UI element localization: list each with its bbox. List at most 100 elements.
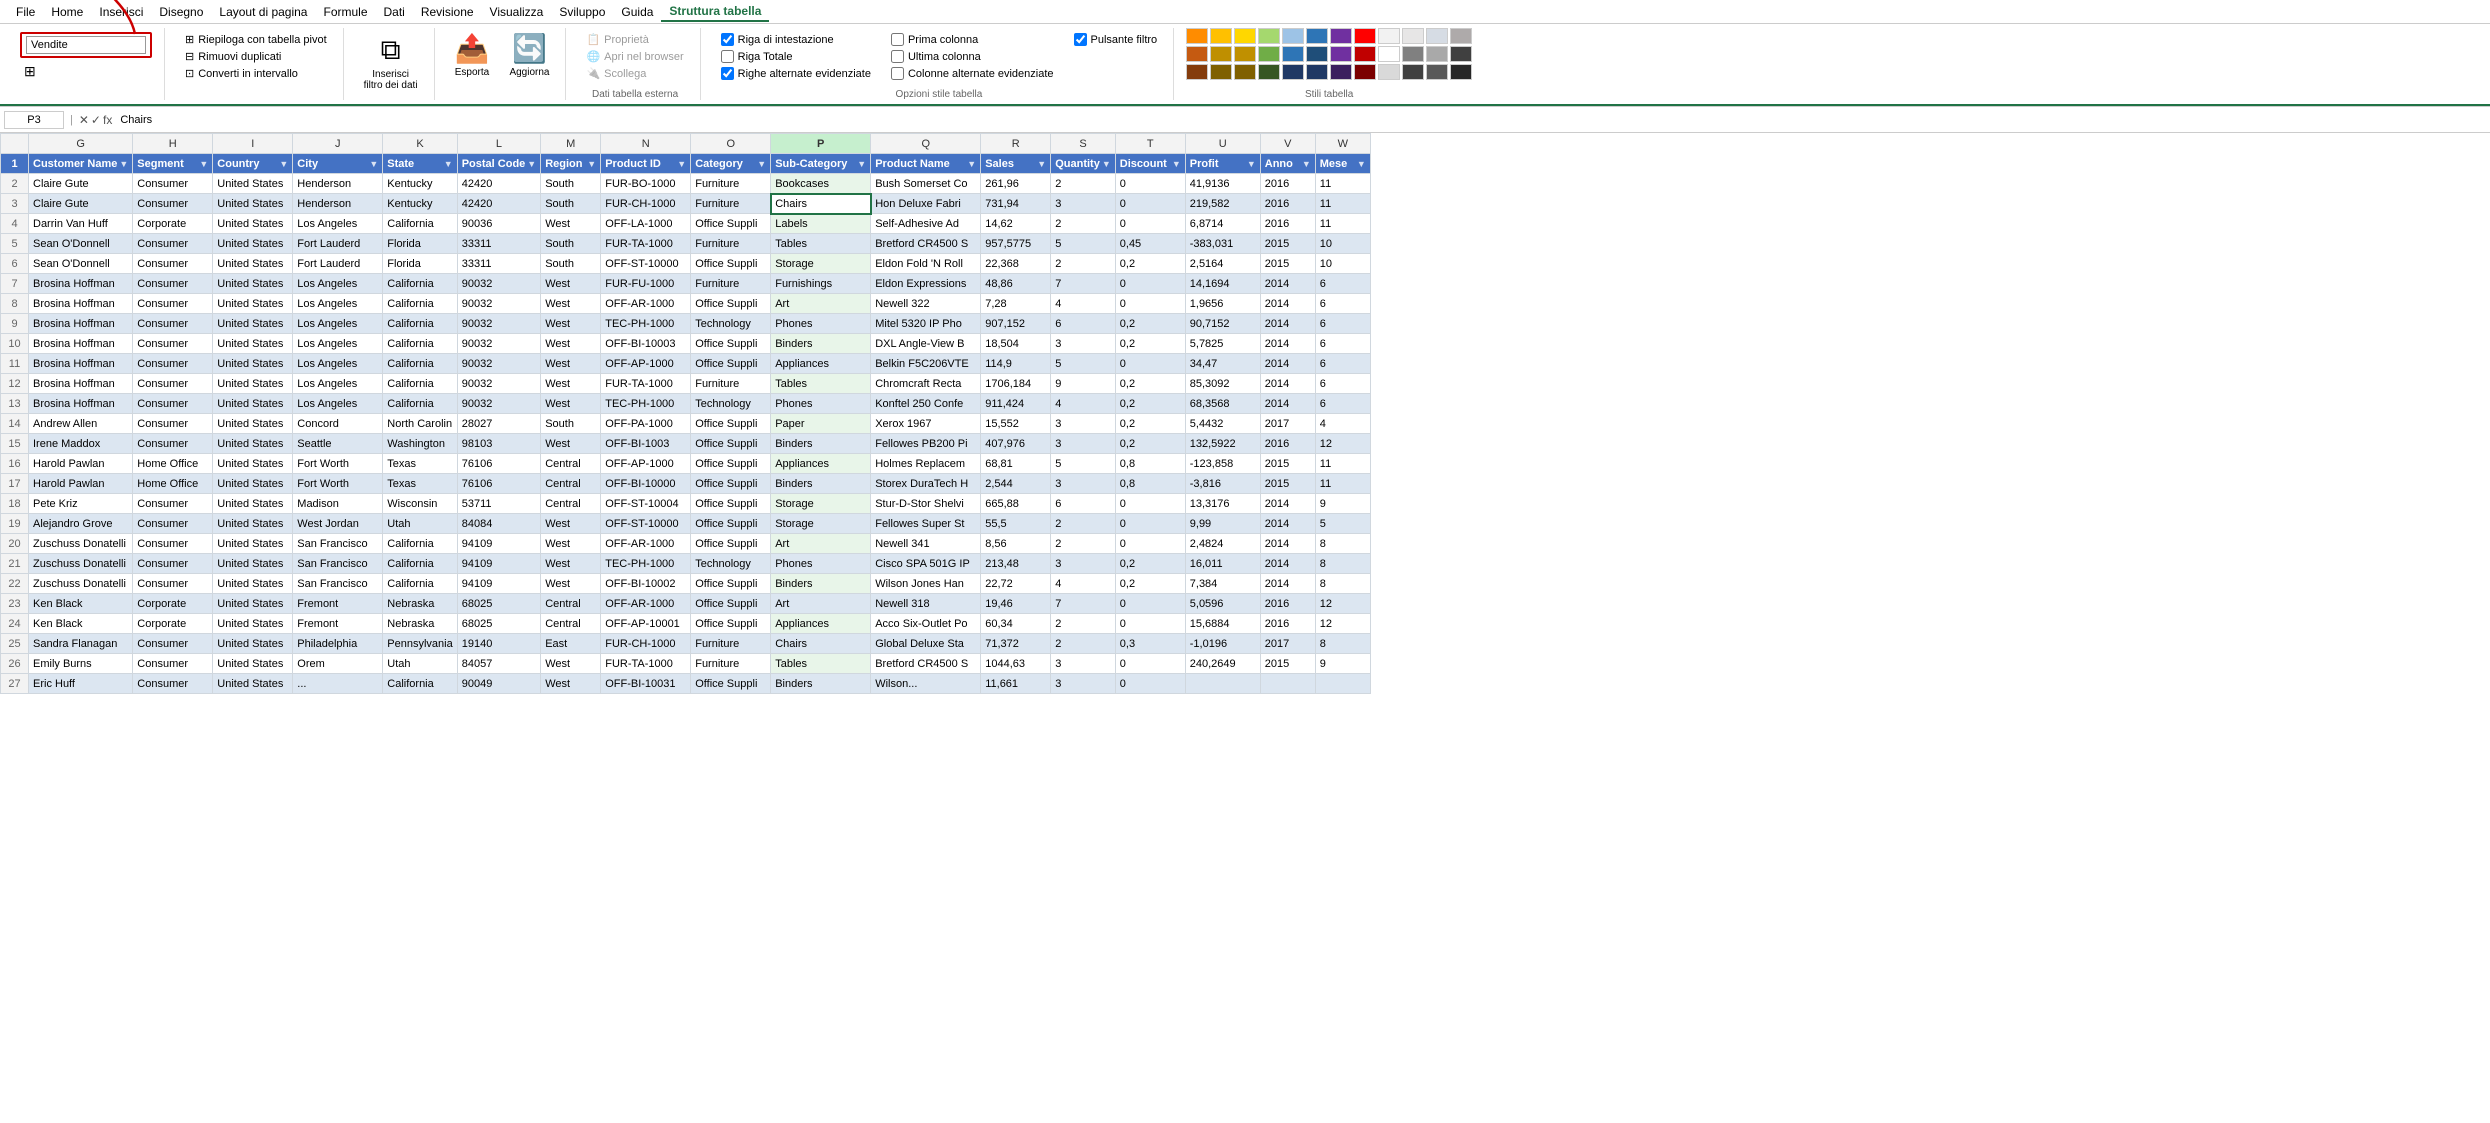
cell-S-19[interactable]: 2 (1051, 514, 1116, 534)
cell-W-17[interactable]: 11 (1315, 474, 1370, 494)
cell-I-18[interactable]: United States (213, 494, 293, 514)
cell-U-10[interactable]: 5,7825 (1185, 334, 1260, 354)
cell-V-3[interactable]: 2016 (1260, 194, 1315, 214)
menu-file[interactable]: File (8, 3, 43, 21)
cell-Q-22[interactable]: Wilson Jones Han (871, 574, 981, 594)
cell-K-12[interactable]: California (383, 374, 457, 394)
cell-V-26[interactable]: 2015 (1260, 654, 1315, 674)
cell-W-22[interactable]: 8 (1315, 574, 1370, 594)
cell-H-2[interactable]: Consumer (133, 174, 213, 194)
cell-N-8[interactable]: OFF-AR-1000 (601, 294, 691, 314)
cell-J-16[interactable]: Fort Worth (293, 454, 383, 474)
cell-M-20[interactable]: West (541, 534, 601, 554)
cell-T-19[interactable]: 0 (1115, 514, 1185, 534)
cell-H-15[interactable]: Consumer (133, 434, 213, 454)
cell-U-14[interactable]: 5,4432 (1185, 414, 1260, 434)
cell-U-21[interactable]: 16,011 (1185, 554, 1260, 574)
cell-R-27[interactable]: 11,661 (981, 674, 1051, 694)
th-customer[interactable]: Customer Name▼ (29, 154, 133, 174)
header-row-check[interactable] (721, 33, 734, 46)
style-swatch[interactable] (1402, 46, 1424, 62)
cell-L-24[interactable]: 68025 (457, 614, 541, 634)
cell-U-27[interactable] (1185, 674, 1260, 694)
cell-Q-11[interactable]: Belkin F5C206VTE (871, 354, 981, 374)
cell-M-2[interactable]: South (541, 174, 601, 194)
cell-U-4[interactable]: 6,8714 (1185, 214, 1260, 234)
cell-V-2[interactable]: 2016 (1260, 174, 1315, 194)
cell-I-3[interactable]: United States (213, 194, 293, 214)
cell-L-8[interactable]: 90032 (457, 294, 541, 314)
cell-S-21[interactable]: 3 (1051, 554, 1116, 574)
cell-T-10[interactable]: 0,2 (1115, 334, 1185, 354)
cell-W-21[interactable]: 8 (1315, 554, 1370, 574)
cell-J-8[interactable]: Los Angeles (293, 294, 383, 314)
cell-S-26[interactable]: 3 (1051, 654, 1116, 674)
cell-I-9[interactable]: United States (213, 314, 293, 334)
cell-T-17[interactable]: 0,8 (1115, 474, 1185, 494)
cell-T-18[interactable]: 0 (1115, 494, 1185, 514)
cell-Q-21[interactable]: Cisco SPA 501G IP (871, 554, 981, 574)
cell-T-8[interactable]: 0 (1115, 294, 1185, 314)
cell-K-15[interactable]: Washington (383, 434, 457, 454)
cell-W-9[interactable]: 6 (1315, 314, 1370, 334)
cell-M-19[interactable]: West (541, 514, 601, 534)
cell-V-12[interactable]: 2014 (1260, 374, 1315, 394)
cell-H-23[interactable]: Corporate (133, 594, 213, 614)
cell-U-16[interactable]: -123,858 (1185, 454, 1260, 474)
cell-T-12[interactable]: 0,2 (1115, 374, 1185, 394)
cell-K-10[interactable]: California (383, 334, 457, 354)
cell-L-14[interactable]: 28027 (457, 414, 541, 434)
style-swatch[interactable] (1330, 28, 1352, 44)
cell-Q-9[interactable]: Mitel 5320 IP Pho (871, 314, 981, 334)
cell-S-3[interactable]: 3 (1051, 194, 1116, 214)
col-header-N[interactable]: N (601, 134, 691, 154)
cell-U-12[interactable]: 85,3092 (1185, 374, 1260, 394)
cell-P-19[interactable]: Storage (771, 514, 871, 534)
style-swatch[interactable] (1450, 28, 1472, 44)
cell-U-26[interactable]: 240,2649 (1185, 654, 1260, 674)
cell-L-22[interactable]: 94109 (457, 574, 541, 594)
cell-T-21[interactable]: 0,2 (1115, 554, 1185, 574)
cell-R-5[interactable]: 957,5775 (981, 234, 1051, 254)
cell-P-14[interactable]: Paper (771, 414, 871, 434)
cell-J-26[interactable]: Orem (293, 654, 383, 674)
cell-J-10[interactable]: Los Angeles (293, 334, 383, 354)
cell-M-17[interactable]: Central (541, 474, 601, 494)
cell-H-12[interactable]: Consumer (133, 374, 213, 394)
cell-P-11[interactable]: Appliances (771, 354, 871, 374)
cell-S-9[interactable]: 6 (1051, 314, 1116, 334)
th-region[interactable]: Region▼ (541, 154, 601, 174)
cell-H-3[interactable]: Consumer (133, 194, 213, 214)
cell-M-13[interactable]: West (541, 394, 601, 414)
cell-L-13[interactable]: 90032 (457, 394, 541, 414)
cell-H-7[interactable]: Consumer (133, 274, 213, 294)
cell-S-15[interactable]: 3 (1051, 434, 1116, 454)
cell-H-9[interactable]: Consumer (133, 314, 213, 334)
cell-O-23[interactable]: Office Suppli (691, 594, 771, 614)
cell-I-26[interactable]: United States (213, 654, 293, 674)
cell-G-22[interactable]: Zuschuss Donatelli (29, 574, 133, 594)
style-swatch[interactable] (1402, 28, 1424, 44)
cell-N-23[interactable]: OFF-AR-1000 (601, 594, 691, 614)
cell-Q-2[interactable]: Bush Somerset Co (871, 174, 981, 194)
cell-S-23[interactable]: 7 (1051, 594, 1116, 614)
cell-W-16[interactable]: 11 (1315, 454, 1370, 474)
cell-J-22[interactable]: San Francisco (293, 574, 383, 594)
cell-N-12[interactable]: FUR-TA-1000 (601, 374, 691, 394)
cell-W-19[interactable]: 5 (1315, 514, 1370, 534)
style-swatch[interactable] (1306, 28, 1328, 44)
cell-V-13[interactable]: 2014 (1260, 394, 1315, 414)
cell-S-13[interactable]: 4 (1051, 394, 1116, 414)
cell-Q-3[interactable]: Hon Deluxe Fabri (871, 194, 981, 214)
cell-U-18[interactable]: 13,3176 (1185, 494, 1260, 514)
cell-L-21[interactable]: 94109 (457, 554, 541, 574)
style-swatch[interactable] (1354, 46, 1376, 62)
cell-N-16[interactable]: OFF-AP-1000 (601, 454, 691, 474)
cell-P-20[interactable]: Art (771, 534, 871, 554)
cell-Q-20[interactable]: Newell 341 (871, 534, 981, 554)
cell-H-14[interactable]: Consumer (133, 414, 213, 434)
cell-L-27[interactable]: 90049 (457, 674, 541, 694)
cell-L-16[interactable]: 76106 (457, 454, 541, 474)
cell-L-15[interactable]: 98103 (457, 434, 541, 454)
cell-M-11[interactable]: West (541, 354, 601, 374)
